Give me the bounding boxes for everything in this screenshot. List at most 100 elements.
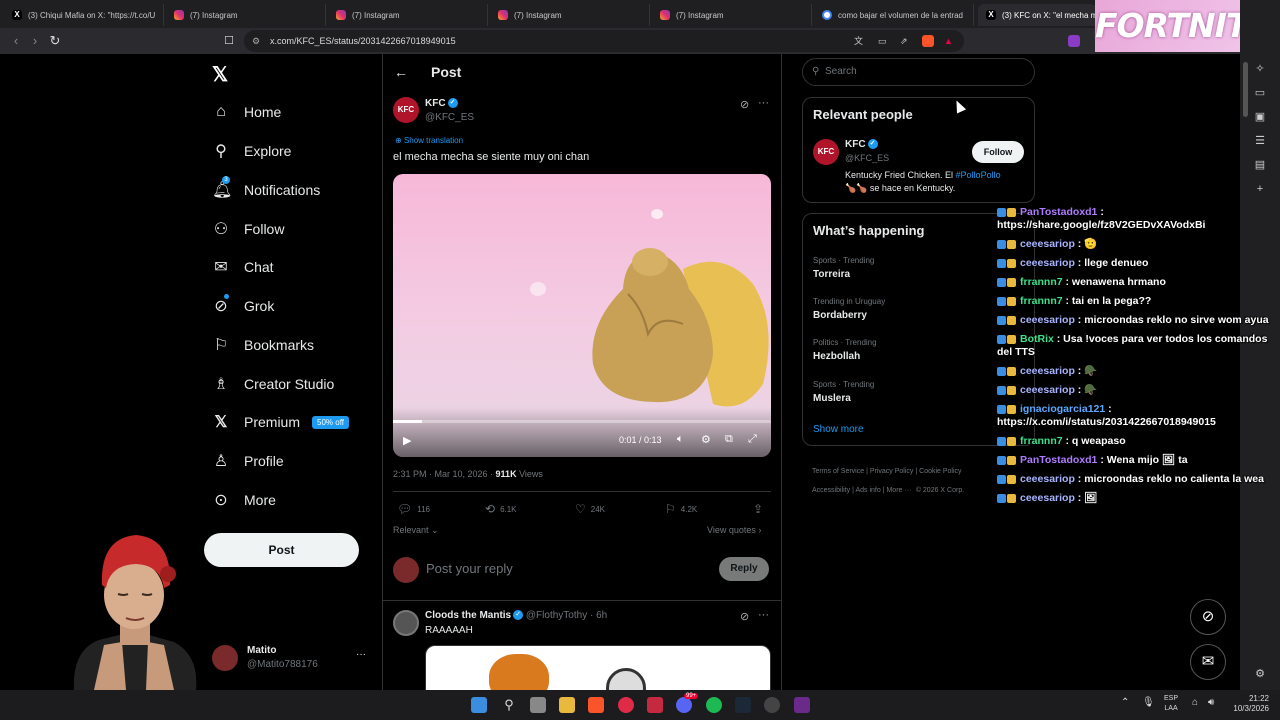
reply-action[interactable]: 💬︎ 116 [397, 502, 430, 516]
play-icon[interactable]: ▶ [403, 434, 411, 447]
grok-analyze-icon[interactable]: ⊘ [740, 610, 749, 623]
repost-action[interactable]: ⟲ 6.1K [485, 502, 517, 516]
picture-in-picture-icon[interactable]: ⧉ [725, 433, 733, 446]
microphone-icon[interactable]: 🎙︎ [1142, 697, 1155, 708]
brave-browser-icon[interactable] [588, 697, 604, 713]
sidebar-settings-icon[interactable]: ⚙ [1253, 667, 1267, 681]
app-icon[interactable] [794, 697, 810, 713]
translate-icon[interactable]: 文 [854, 30, 863, 52]
discord-icon[interactable]: 99+ [676, 693, 699, 713]
nav-home[interactable]: ⌂ Home [212, 97, 281, 127]
nav-explore[interactable]: ⚲ Explore [212, 136, 291, 166]
footer-link[interactable]: Accessibility [812, 487, 850, 494]
file-explorer-icon[interactable] [559, 697, 575, 713]
hashtag-link[interactable]: #PolloPollo [956, 170, 1001, 180]
spotify-icon[interactable] [706, 697, 722, 713]
share-icon[interactable]: ⇗ [900, 30, 908, 52]
nav-grok[interactable]: ⊘ Grok [212, 291, 274, 321]
messages-float-button[interactable]: ✉ [1190, 644, 1226, 680]
browser-tab[interactable]: X (3) Chiqui Mafia on X: "https://t.co/U [4, 4, 164, 26]
sidebar-bookmarks-icon[interactable]: ☰ [1253, 134, 1267, 148]
reply-input[interactable]: Post your reply [426, 561, 513, 576]
footer-link[interactable]: Terms of Service [812, 468, 864, 475]
nav-notifications[interactable]: 🔔︎ 3 Notifications [212, 175, 320, 205]
network-icon[interactable]: ⌂ [1192, 697, 1198, 708]
address-bar[interactable]: ⚙ x.com/KFC_ES/status/203142266701894901… [244, 30, 964, 52]
nav-creator-studio[interactable]: ♗ Creator Studio [212, 369, 334, 399]
reply-button[interactable]: Reply [719, 557, 769, 581]
trend-item[interactable]: Trending in Uruguay Bordaberry [813, 297, 885, 321]
bookmark-page-icon[interactable]: ☐ [221, 33, 237, 49]
like-action[interactable]: ♡ 24K [575, 502, 605, 516]
search-input[interactable]: ⚲ Search [802, 58, 1035, 86]
brave-rewards-icon[interactable]: ▲ [944, 30, 953, 52]
nav-more[interactable]: ⊙ More [212, 485, 276, 515]
sidebar-history-icon[interactable]: ▤ [1253, 158, 1267, 172]
grok-float-button[interactable]: ⊘ [1190, 599, 1226, 635]
show-more-link[interactable]: Show more [813, 424, 864, 435]
trend-item[interactable]: Sports · Trending Torreira [813, 256, 874, 280]
reply-sort-dropdown[interactable]: Relevant ⌄ [393, 525, 439, 536]
account-switcher[interactable]: Matito @Matito788176 ··· [212, 643, 372, 675]
footer-link[interactable]: Privacy Policy [870, 468, 914, 475]
sidebar-wallet-icon[interactable]: ▣ [1253, 110, 1267, 124]
reply-author-name[interactable]: Cloods the Mantis [425, 610, 511, 621]
avatar[interactable] [393, 610, 419, 636]
browser-tab[interactable]: (7) Instagram [490, 4, 650, 26]
kfc-avatar[interactable]: KFC [393, 97, 419, 123]
x-logo-icon[interactable]: 𝕏 [212, 62, 228, 87]
browser-tab[interactable]: (7) Instagram [328, 4, 488, 26]
follow-button[interactable]: Follow [972, 141, 1024, 163]
nav-bookmarks[interactable]: ⚐ Bookmarks [212, 330, 314, 360]
bookmark-action[interactable]: ⚐ 4.2K [665, 502, 697, 516]
taskbar-search-icon[interactable]: ⚲ [501, 697, 517, 713]
footer-link[interactable]: More ··· [886, 487, 911, 494]
tray-chevron-icon[interactable]: ⌃ [1121, 697, 1129, 708]
windows-start-icon[interactable] [471, 697, 487, 713]
sidebar-add-icon[interactable]: + [1253, 182, 1267, 196]
sidebar-leo-icon[interactable]: ✧ [1253, 62, 1267, 76]
nav-premium[interactable]: 𝕏 Premium 50% off [212, 407, 349, 437]
task-view-icon[interactable] [530, 697, 546, 713]
reply-author-handle[interactable]: @FlothyTothy [526, 610, 587, 621]
reply-media[interactable] [425, 645, 771, 690]
back-arrow-icon[interactable]: ← [394, 64, 408, 80]
reload-icon[interactable]: ↻ [47, 33, 63, 49]
nav-profile[interactable]: ♙ Profile [212, 446, 284, 476]
footer-link[interactable]: Cookie Policy [919, 468, 961, 475]
forward-arrow-icon[interactable]: › [27, 33, 43, 49]
app-icon[interactable] [647, 697, 663, 713]
clock[interactable]: 21:22 10/3/2026 [1225, 694, 1269, 714]
trend-item[interactable]: Sports · Trending Muslera [813, 380, 874, 404]
kfc-avatar[interactable]: KFC [813, 139, 839, 165]
nav-follow[interactable]: ⚇ Follow [212, 214, 285, 244]
nav-chat[interactable]: ✉ Chat [212, 252, 273, 282]
view-quotes-link[interactable]: View quotes › [707, 525, 761, 535]
back-arrow-icon[interactable]: ‹ [8, 33, 24, 49]
browser-tab[interactable]: (7) Instagram [166, 4, 326, 26]
browser-tab[interactable]: (7) Instagram [652, 4, 812, 26]
obs-icon[interactable] [764, 697, 780, 713]
person-name[interactable]: KFC ✓ [845, 139, 878, 150]
volume-icon[interactable]: 🔊︎ [1208, 697, 1214, 708]
video-player[interactable]: ▶ 0:01 / 0:13 🔈︎ ⚙ ⧉ ⤢ [393, 174, 771, 457]
media-player-icon[interactable] [618, 697, 634, 713]
site-info-icon[interactable]: ⚙ [252, 30, 260, 52]
more-options-icon[interactable]: ··· [758, 609, 769, 621]
brave-shield-icon[interactable] [922, 35, 934, 47]
cast-icon[interactable]: ▭ [878, 30, 887, 52]
more-options-icon[interactable]: ··· [758, 97, 769, 109]
video-progress-track[interactable] [393, 420, 771, 423]
show-translation-link[interactable]: ⊕ Show translation [395, 136, 463, 145]
browser-tab[interactable]: como bajar el volumen de la entrad [814, 4, 974, 26]
footer-link[interactable]: Ads info [855, 487, 880, 494]
author-name[interactable]: KFC ✓ [425, 98, 458, 109]
scrollbar-thumb[interactable] [1243, 62, 1248, 117]
fullscreen-icon[interactable]: ⤢ [748, 433, 757, 446]
trend-item[interactable]: Politics · Trending Hezbollah [813, 338, 877, 362]
browser-tab-active[interactable]: X (3) KFC on X: "el mecha m [978, 4, 1096, 26]
author-handle[interactable]: @KFC_ES [425, 112, 474, 123]
sidebar-reading-icon[interactable]: ▭ [1253, 86, 1267, 100]
grok-analyze-icon[interactable]: ⊘ [740, 98, 749, 111]
extension-icon[interactable] [1068, 35, 1080, 47]
